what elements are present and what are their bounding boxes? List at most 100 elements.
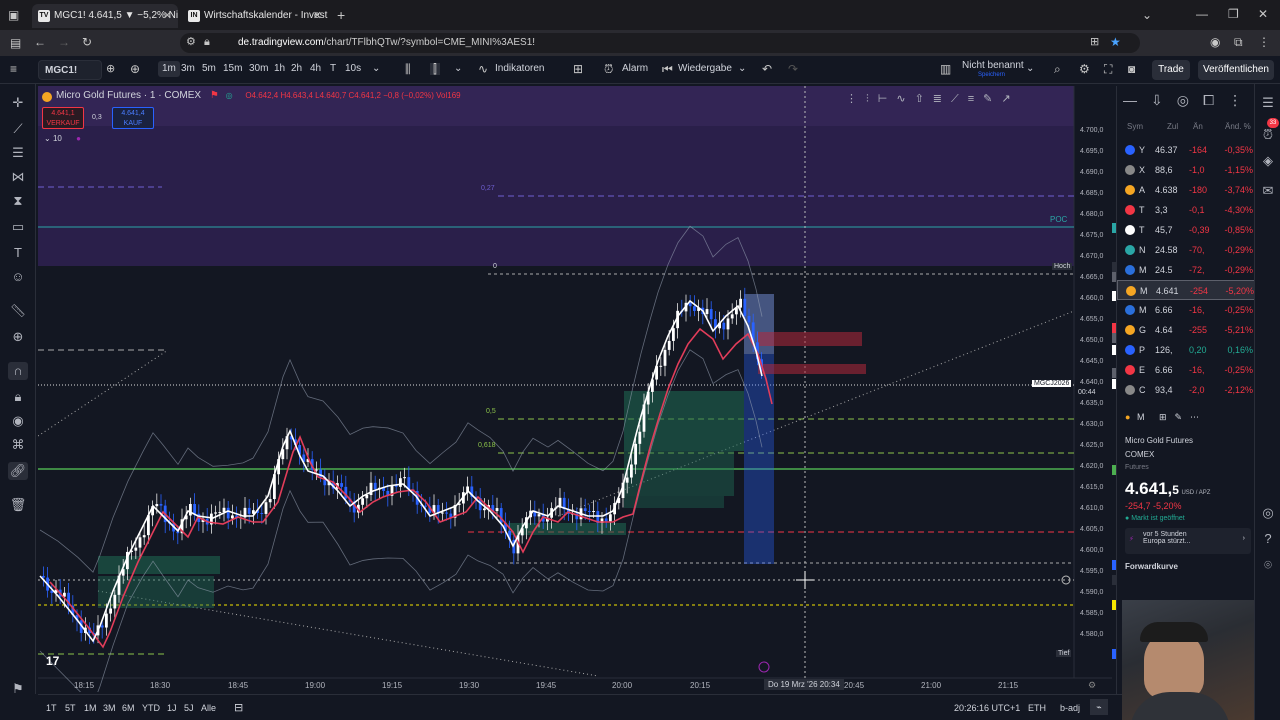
extensions-icon[interactable]: ⧉ [1234, 36, 1243, 48]
install-app-icon[interactable]: ⊞ [1090, 37, 1099, 48]
range-5t[interactable]: 5T [65, 703, 76, 713]
hide-drawings-icon[interactable]: ◉ [8, 412, 28, 430]
buy-button[interactable]: 4.641,4 KAUF [112, 107, 154, 129]
undo-icon[interactable]: ↶ [762, 63, 772, 75]
candles-icon[interactable]: ⫿ [430, 63, 440, 75]
browser-menu-icon[interactable]: ⋮ [1258, 36, 1270, 48]
layout-dropdown-icon[interactable]: ⌄ [1026, 63, 1034, 74]
watchlist-row[interactable]: T 45,7 -0,39 -0,85% [1117, 220, 1255, 240]
sell-button[interactable]: 4.641,1 VERKAUF [42, 107, 84, 129]
vline-icon[interactable]: ⋮ [1228, 92, 1256, 108]
interval-1h[interactable]: 1h [274, 63, 285, 74]
compare-symbol-icon[interactable]: ⊕ [106, 64, 115, 75]
indicators-button[interactable]: Indikatoren [495, 63, 544, 74]
watchlist-row[interactable]: T 3,3 -0,1 -4,30% [1117, 200, 1255, 220]
col-change[interactable]: Än [1193, 122, 1203, 131]
interval-4h[interactable]: 4h [310, 63, 321, 74]
col-last[interactable]: Zul [1167, 122, 1178, 131]
publish-button[interactable]: Veröffentlichen [1198, 60, 1274, 80]
col-change-pct[interactable]: Änd. % [1225, 122, 1251, 131]
collapse-chevron-icon[interactable]: ⌄ [44, 134, 51, 143]
browser-tab-investing[interactable]: IN Wirtschaftskalender - Investing ✕ [182, 4, 328, 28]
pattern-icon[interactable]: ⋈ [8, 168, 28, 186]
watchlist-row[interactable]: M 24.5 -72, -0,29% [1117, 260, 1255, 280]
supply-zone-2[interactable] [758, 364, 866, 374]
channel-icon[interactable]: ≡ [968, 93, 983, 105]
range-ytd[interactable]: YTD [142, 703, 160, 713]
site-info-icon[interactable]: ⚙ [186, 37, 196, 48]
goto-date-icon[interactable]: ⊟ [234, 701, 243, 714]
layout-name[interactable]: Nicht benannt [962, 60, 1024, 71]
watchlist-row[interactable]: M 4.641 -254 -5,20% [1117, 280, 1255, 300]
maximize-panel-icon[interactable]: ⌁ [1090, 699, 1108, 715]
layout-icon[interactable]: ▥ [940, 63, 951, 75]
layouts-grid-icon[interactable]: ⊞ [573, 63, 583, 75]
range-1m[interactable]: 1M [84, 703, 97, 713]
quick-search-icon[interactable]: ⌕ [1054, 63, 1061, 75]
tab-search-chevron-icon[interactable]: ⌄ [1142, 9, 1152, 21]
ruler-icon[interactable]: 📏︎ [8, 302, 28, 320]
browser-tab-tradingview[interactable]: TV MGC1! 4.641,5 ▼ −5,2% Nicht b ✕ [32, 4, 178, 28]
clock-timezone[interactable]: 20:26:16 UTC+1 [954, 703, 1020, 713]
legend-title[interactable]: Micro Gold Futures · 1 · COMEX [56, 90, 201, 101]
demand-zone-upper[interactable] [624, 391, 744, 451]
text-tool-icon[interactable]: T [8, 244, 28, 262]
watchlist-row[interactable]: M 6.66 -16, -0,25% [1117, 300, 1255, 320]
chat-icon[interactable]: ✉ [1258, 182, 1278, 200]
trash-icon[interactable]: 🗑︎ [8, 496, 28, 514]
watchlist-row[interactable]: A 4.638 -180 -3,74% [1117, 180, 1255, 200]
chart-pane[interactable]: Micro Gold Futures · 1 · COMEX ⚑ ◎ O4.64… [38, 86, 1148, 692]
favorite-drawings-toolbar[interactable]: ⋮⫶⊢∿⇧≣⟋≡✎↗ [846, 92, 1072, 112]
redo-icon[interactable]: ↷ [788, 63, 798, 75]
profile-icon[interactable]: ◉ [1210, 36, 1220, 48]
demand-zone-small[interactable] [624, 496, 724, 508]
session-eth[interactable]: ETH [1028, 703, 1046, 713]
interval-3m[interactable]: 3m [181, 63, 195, 74]
trade-button[interactable]: Trade [1152, 60, 1190, 80]
crosshair-icon[interactable]: ✛ [8, 94, 28, 112]
range-1j[interactable]: 1J [167, 703, 177, 713]
back-icon[interactable]: ← [34, 36, 46, 48]
replay-dropdown-icon[interactable]: ⌄ [738, 63, 746, 74]
demand-zone-left-1[interactable] [98, 556, 220, 574]
interval-2h[interactable]: 2h [291, 63, 302, 74]
alerts-icon[interactable]: ⏰︎ [1258, 126, 1278, 144]
notifications-icon[interactable]: ⌾ [1258, 556, 1278, 574]
fib-retracement-icon[interactable]: ☰ [8, 144, 28, 162]
range-6m[interactable]: 6M [122, 703, 135, 713]
watchlist-row[interactable]: N 24.58 -70, -0,29% [1117, 240, 1255, 260]
interval-10s[interactable]: 10s [345, 63, 361, 74]
watchlist-row[interactable]: E 6.66 -16, -0,25% [1117, 360, 1255, 380]
bookmark-star-icon[interactable]: ★ [1110, 36, 1121, 48]
details-symbol[interactable]: M [1137, 412, 1145, 422]
object-tree-icon[interactable]: ⚑ [8, 680, 28, 698]
range-3m[interactable]: 3M [103, 703, 116, 713]
help-icon[interactable]: ? [1258, 530, 1278, 548]
forward-icon[interactable]: → [58, 36, 70, 48]
watchlist-row[interactable]: P 126, 0,20 0,16% [1117, 340, 1255, 360]
col-symbol[interactable]: Sym [1127, 122, 1143, 131]
drag-handle-icon[interactable]: ⋮ [846, 93, 866, 105]
interval-5m[interactable]: 5m [202, 63, 216, 74]
hline-tool-icon[interactable]: — [1123, 92, 1151, 108]
lines-icon[interactable]: ≣ [933, 93, 951, 105]
tv-menu-icon[interactable]: ≡ [10, 63, 17, 75]
replay-button[interactable]: Wiedergabe [678, 63, 732, 74]
symbol-search-button[interactable]: MGC1! [38, 60, 102, 80]
brush-icon[interactable]: ⟋ [951, 93, 968, 105]
sidebar-toggle-icon[interactable]: ▤ [10, 37, 21, 49]
link-icon[interactable]: 🔗︎ [8, 462, 28, 480]
close-tab-icon[interactable]: ✕ [163, 4, 172, 28]
minimize-icon[interactable]: — [1196, 8, 1208, 20]
interval-30m[interactable]: 30m [249, 63, 268, 74]
pen-icon[interactable]: ✎ [983, 93, 1001, 105]
ray-icon[interactable]: ↗ [1001, 93, 1019, 105]
chart-type-dropdown-icon[interactable]: ⌄ [454, 63, 462, 74]
trendline-left[interactable] [38, 349, 169, 437]
indicator-legend[interactable]: ⌄ 10 ● [44, 134, 81, 143]
watchlist-row[interactable]: G 4.64 -255 -5,21% [1117, 320, 1255, 340]
reload-icon[interactable]: ↻ [82, 36, 92, 48]
alarm-button[interactable]: Alarm [622, 63, 648, 74]
window-menu-icon[interactable]: ▣ [8, 9, 19, 21]
emoji-icon[interactable]: ☺ [8, 268, 28, 286]
